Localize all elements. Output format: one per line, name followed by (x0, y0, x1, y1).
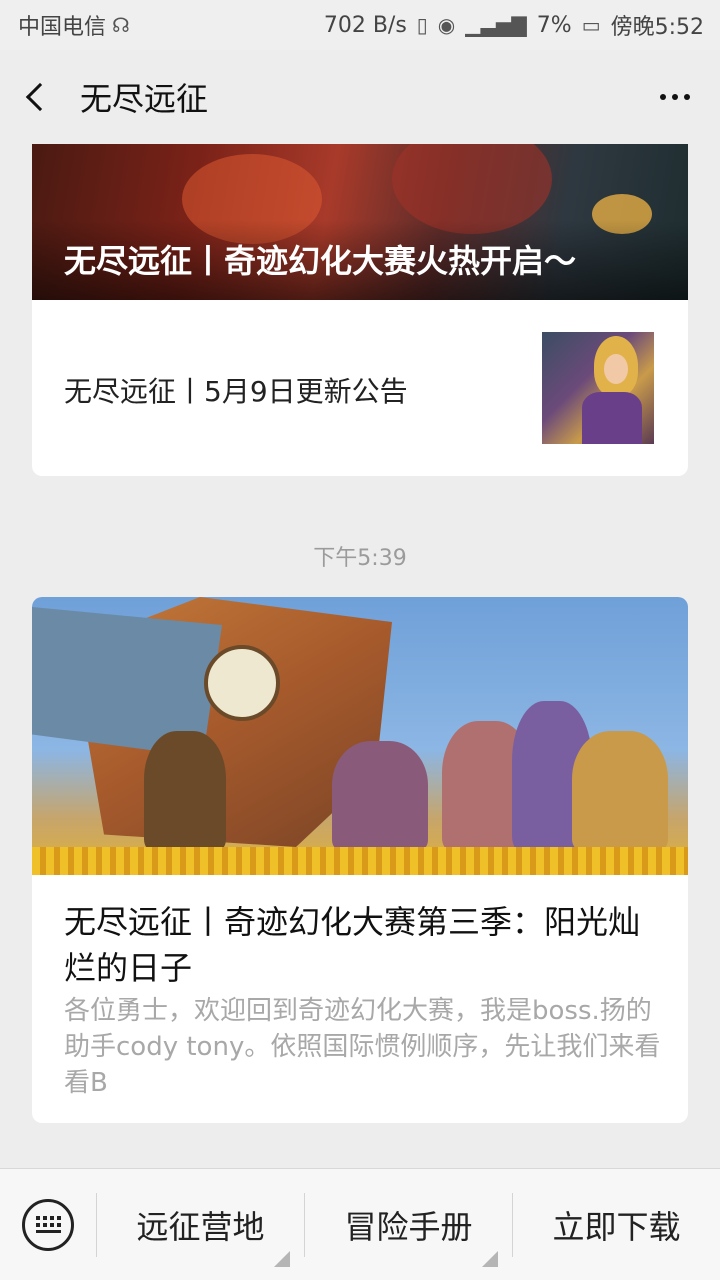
submenu-indicator-icon (482, 1250, 498, 1267)
eye-comfort-icon: ◉ (437, 13, 456, 37)
menu-item-label: 立即下载 (552, 1207, 681, 1246)
navigation-bar: 无尽远征 (0, 50, 720, 144)
keyboard-toggle-button[interactable] (0, 1169, 96, 1280)
menu-item-label: 远征营地 (136, 1207, 265, 1246)
page-title: 无尽远征 (80, 80, 209, 118)
article-digest: 各位勇士，欢迎回到奇迹幻化大赛，我是boss.扬的助手cody tony。依照国… (64, 996, 661, 1098)
back-button[interactable] (0, 50, 68, 144)
status-bar: 中国电信 ☊ 702 B/s ▯ ◉ ▁▃▅▇ 7% ▭ 傍晚5:52 (0, 0, 720, 50)
cover-article-title: 无尽远征丨奇迹幻化大赛火热开启～ (64, 242, 577, 280)
menu-item-label: 冒险手册 (344, 1207, 473, 1246)
menu-item-camp[interactable]: 远征营地 (97, 1169, 304, 1280)
vibrate-icon: ▯ (416, 13, 428, 37)
battery-percent: 7% (536, 12, 572, 38)
carrier-label: 中国电信 (18, 15, 107, 40)
bottom-menu: 远征营地 冒险手册 立即下载 (0, 1168, 720, 1280)
article-card-single[interactable]: 无尽远征丨奇迹幻化大赛第三季：阳光灿烂的日子 各位勇士，欢迎回到奇迹幻化大赛，我… (32, 597, 688, 1123)
hd-voice-icon: ☊ (112, 13, 130, 37)
article-item-title: 无尽远征丨5月9日更新公告 (64, 375, 408, 408)
article-cover-banner[interactable]: 无尽远征丨奇迹幻化大赛火热开启～ (32, 144, 688, 300)
article-thumbnail (542, 332, 654, 444)
menu-item-download[interactable]: 立即下载 (513, 1169, 720, 1280)
article-list-item[interactable]: 无尽远征丨5月9日更新公告 (32, 300, 688, 476)
network-speed: 702 B/s (323, 12, 407, 38)
more-dot-icon (660, 94, 666, 100)
clock: 傍晚5:52 (610, 15, 704, 40)
more-options-button[interactable] (630, 50, 720, 144)
more-dot-icon (684, 94, 690, 100)
submenu-indicator-icon (274, 1250, 290, 1267)
keyboard-icon (22, 1198, 74, 1251)
article-card-multi: 无尽远征丨奇迹幻化大赛火热开启～ 无尽远征丨5月9日更新公告 (32, 144, 688, 476)
more-dot-icon (672, 94, 678, 100)
article-cover-image (32, 597, 688, 875)
battery-icon: ▭ (581, 13, 601, 37)
signal-icon: ▁▃▅▇ (465, 13, 527, 37)
menu-item-handbook[interactable]: 冒险手册 (305, 1169, 512, 1280)
article-title: 无尽远征丨奇迹幻化大赛第三季：阳光灿烂的日子 (64, 903, 641, 987)
chevron-left-icon (25, 82, 55, 112)
message-feed[interactable]: 无尽远征丨奇迹幻化大赛火热开启～ 无尽远征丨5月9日更新公告 下午5:39 无尽… (0, 144, 720, 1168)
message-timestamp: 下午5:39 (313, 546, 407, 571)
